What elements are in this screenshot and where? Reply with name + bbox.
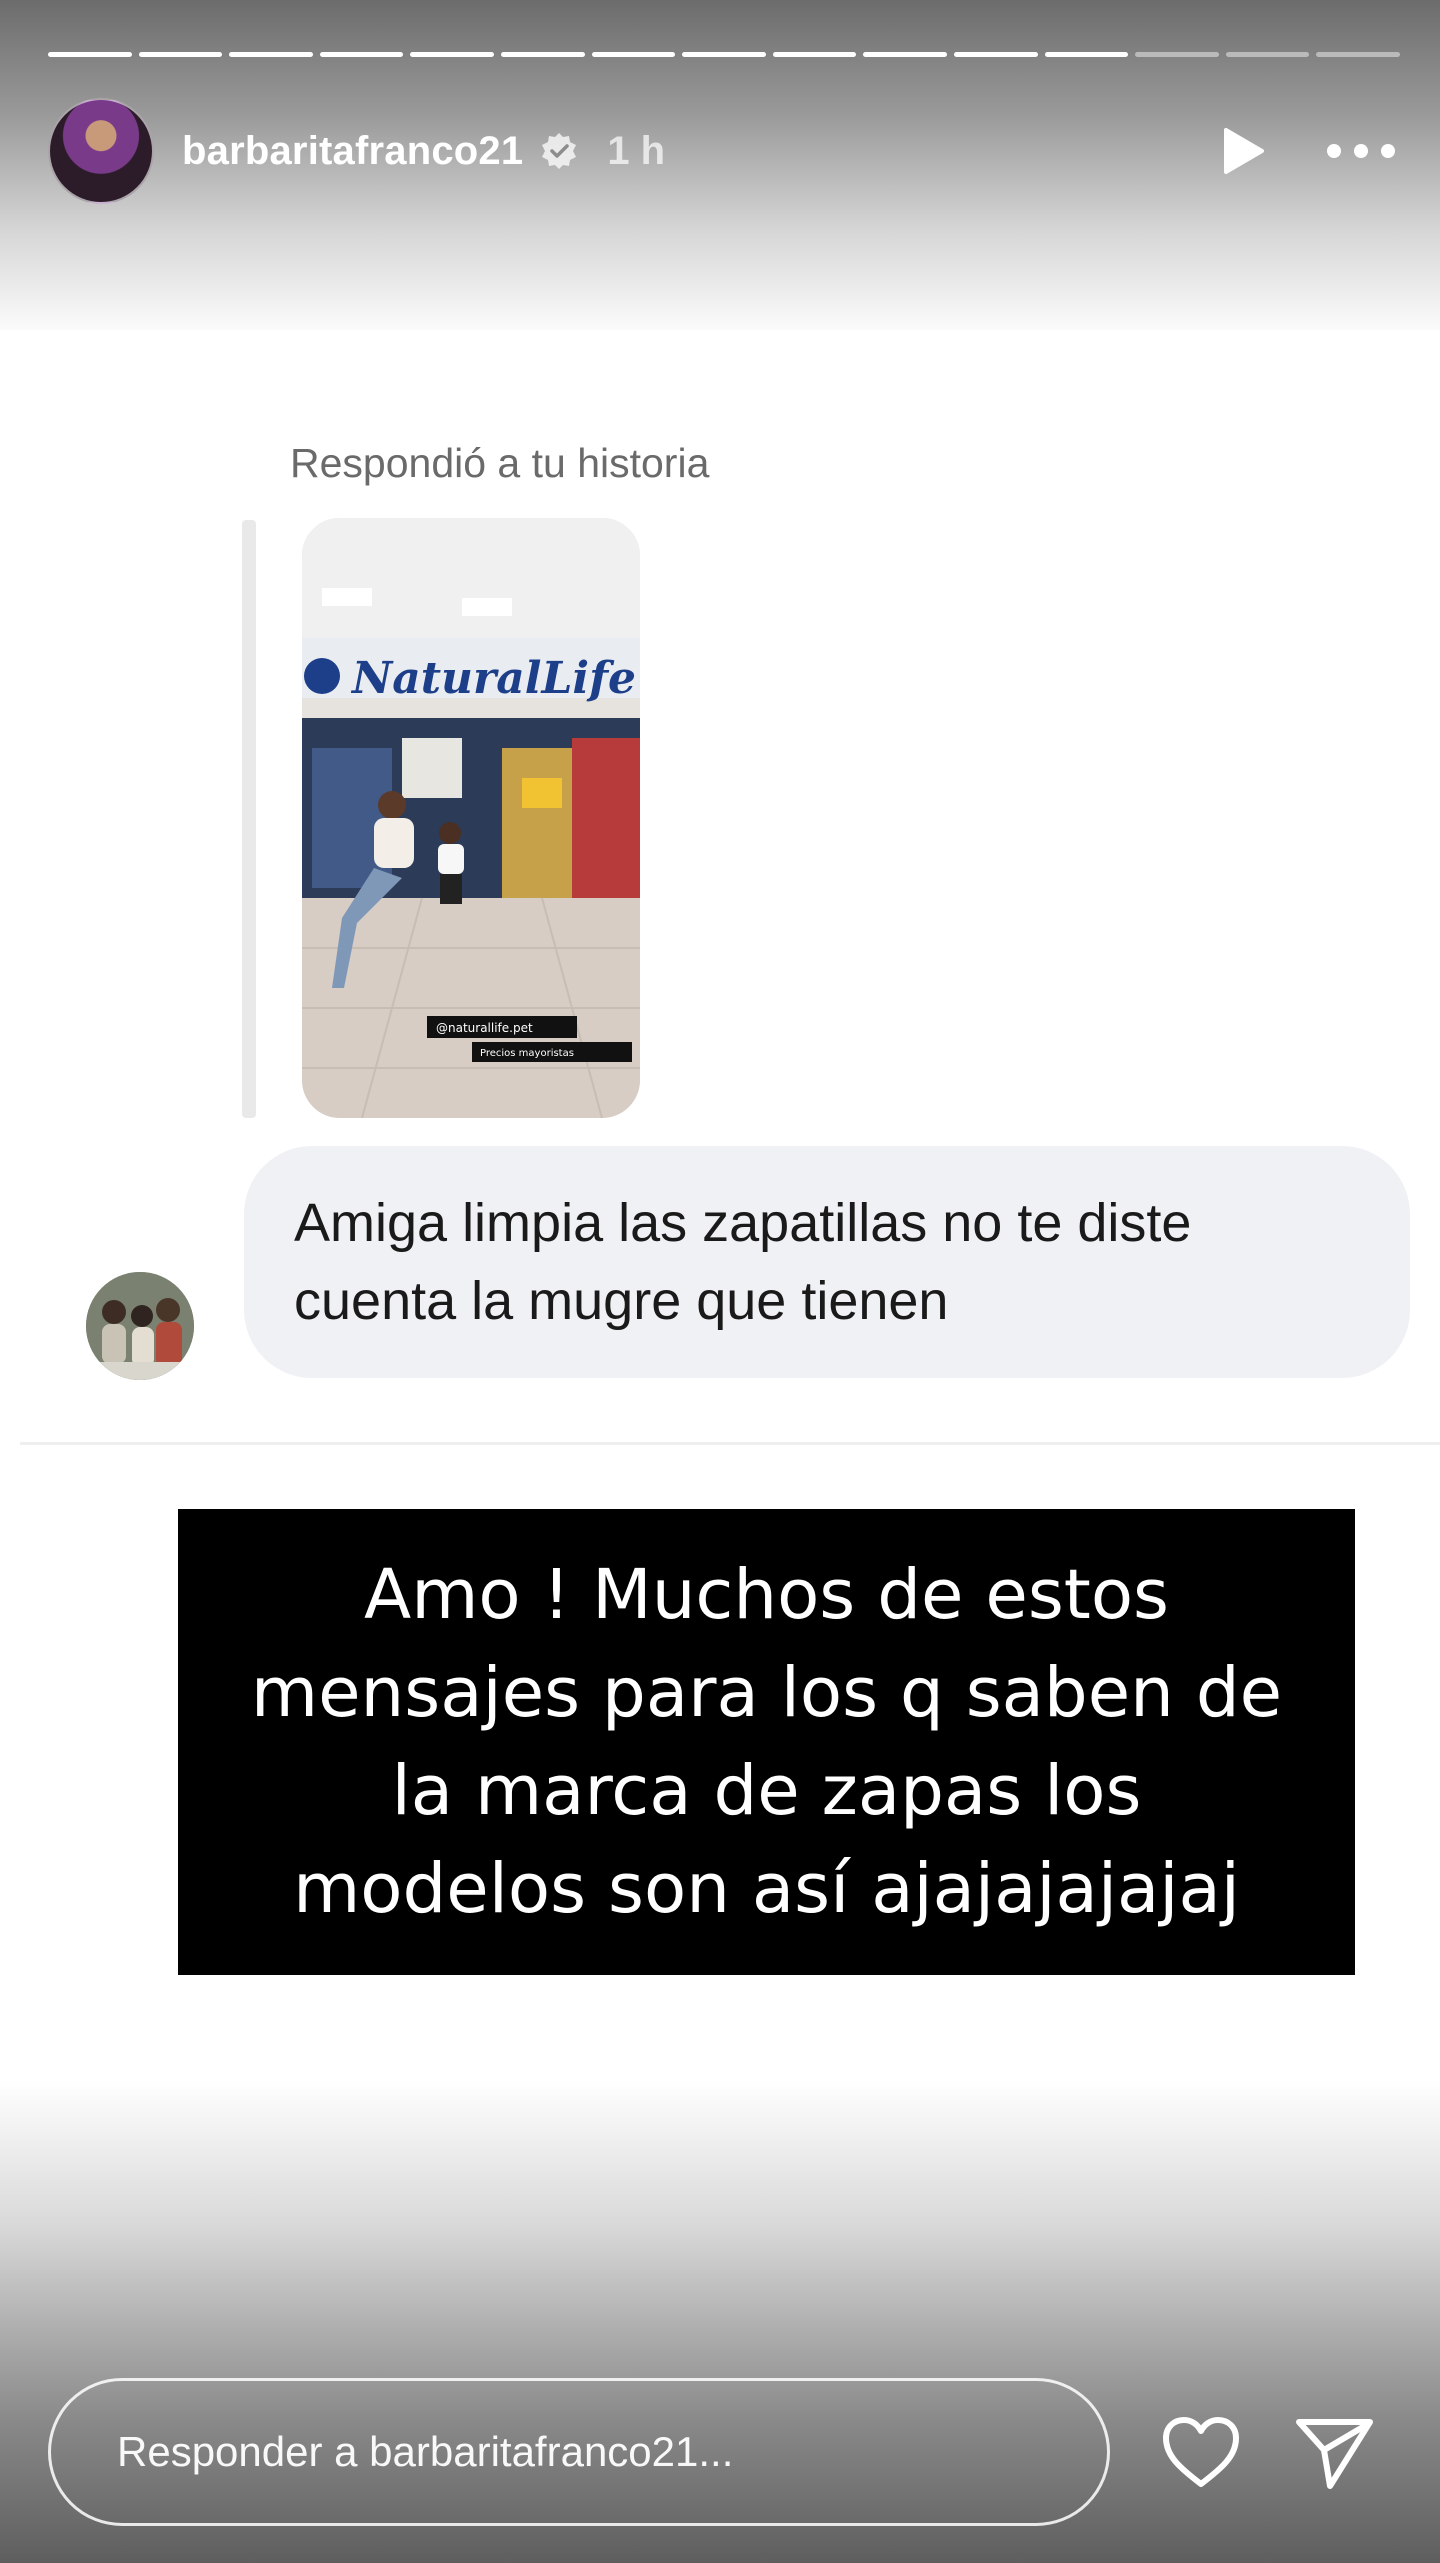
story-thumbnail[interactable]: NaturalLife @naturallife.pet Precios may… <box>302 518 640 1118</box>
story-header: barbaritafranco21 1 h <box>48 98 1400 204</box>
progress-segment <box>1225 52 1310 57</box>
progress-segment <box>682 52 766 57</box>
username[interactable]: barbaritafranco21 <box>182 129 523 174</box>
story-caption-box: Amo ! Muchos de estos mensajes para los … <box>178 1509 1355 1975</box>
progress-segment <box>138 52 223 57</box>
profile-avatar[interactable] <box>48 98 154 204</box>
story-caption-text: Amo ! Muchos de estos mensajes para los … <box>250 1555 1283 1929</box>
story-reply-card: Respondió a tu historia NaturalLife @nat… <box>20 400 1440 1445</box>
story-thumbnail-image: NaturalLife @naturallife.pet Precios may… <box>302 518 640 1118</box>
quote-bar <box>242 520 256 1118</box>
progress-segment <box>410 52 494 57</box>
more-options-icon[interactable] <box>1326 141 1396 161</box>
post-time: 1 h <box>607 128 666 173</box>
progress-segment <box>48 52 132 57</box>
send-icon[interactable] <box>1294 2414 1374 2490</box>
progress-segment <box>1044 52 1129 57</box>
thumb-subtag: Precios mayoristas <box>480 1048 574 1059</box>
progress-segment <box>863 52 947 57</box>
progress-segment <box>772 52 857 57</box>
thumb-tag: @naturallife.pet <box>436 1021 533 1035</box>
replied-to-story-label: Respondió a tu historia <box>290 440 710 486</box>
play-icon[interactable] <box>1220 126 1266 176</box>
reply-message-bubble: Amiga limpia las zapatillas no te diste … <box>244 1146 1410 1378</box>
progress-segment <box>1135 52 1219 57</box>
store-sign: NaturalLife <box>350 653 636 704</box>
reply-input[interactable] <box>48 2378 1110 2526</box>
progress-segment <box>319 52 404 57</box>
heart-icon[interactable] <box>1160 2414 1242 2490</box>
sender-avatar[interactable] <box>86 1272 194 1380</box>
verified-badge-icon <box>542 133 577 169</box>
story-progress-bar <box>48 52 1400 58</box>
progress-segment <box>1316 52 1400 57</box>
progress-segment <box>591 52 676 57</box>
progress-segment <box>953 52 1038 57</box>
progress-segment <box>500 52 585 57</box>
progress-segment <box>229 52 313 57</box>
